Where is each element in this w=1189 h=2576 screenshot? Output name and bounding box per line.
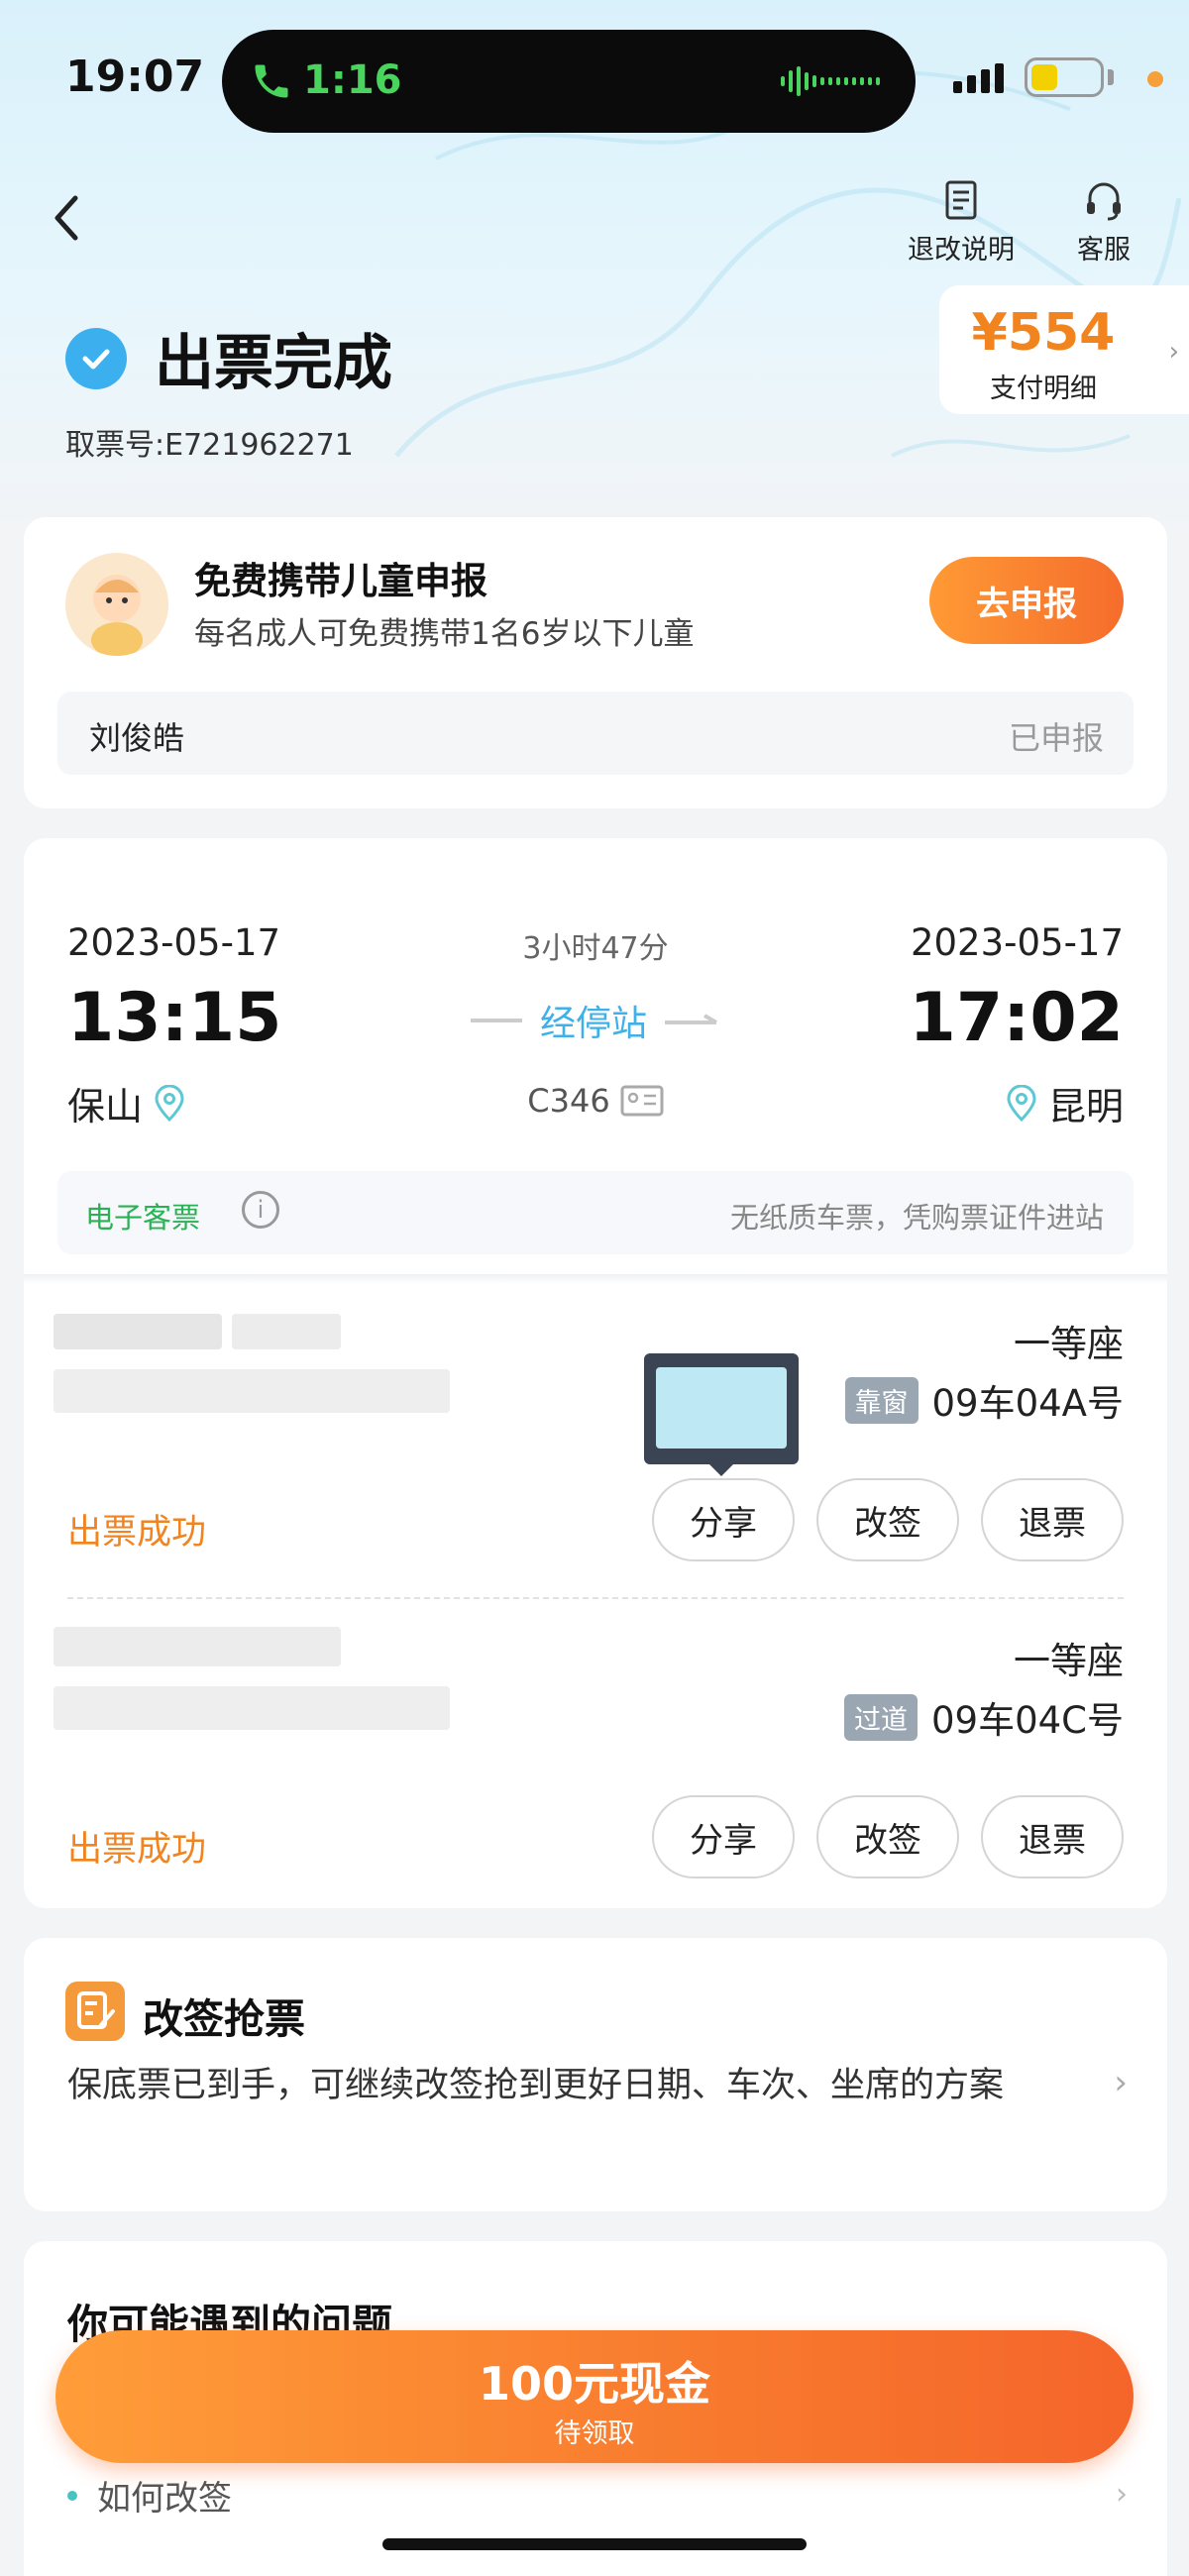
- child-declaration-card: 免费携带儿童申报 每名成人可免费携带1名6岁以下儿童 去申报 刘俊皓 已申报: [24, 517, 1167, 808]
- ticket-preview-image: [656, 1367, 787, 1449]
- faq-item[interactable]: 如何改签: [67, 2471, 232, 2520]
- privacy-indicator-dot: [1147, 71, 1163, 87]
- refund-ticket-button[interactable]: 退票: [981, 1795, 1124, 1878]
- child-name: 刘俊皓: [89, 719, 185, 757]
- page-title: 出票完成: [155, 329, 392, 398]
- dynamic-island: 1:16: [222, 30, 916, 133]
- headset-icon: [1087, 182, 1121, 221]
- faq-item-label: 如何改签: [97, 2479, 232, 2519]
- seat-info: 过道 09车04C号: [844, 1690, 1124, 1744]
- train-info-card-icon: [620, 1085, 664, 1117]
- price-label: 支付明细: [990, 374, 1097, 404]
- redacted-name: [54, 1627, 341, 1666]
- arrival-station-name: 昆明: [1047, 1085, 1124, 1128]
- seat-info: 靠窗 09车04A号: [844, 1373, 1124, 1427]
- cash-reward-subtitle: 待领取: [554, 2418, 635, 2449]
- ticket-preview-pointer: [709, 1464, 733, 1476]
- chevron-right-icon: ›: [1114, 2063, 1128, 2102]
- eticket-bar: 电子客票 i 无纸质车票，凭购票证件进站: [57, 1171, 1134, 1254]
- route-line-left: [470, 1019, 522, 1022]
- arrival-date: 2023-05-17: [910, 921, 1124, 964]
- go-declare-button[interactable]: 去申报: [929, 557, 1124, 644]
- child-declaration-subtitle: 每名成人可免费携带1名6岁以下儿童: [194, 616, 695, 652]
- chevron-right-icon: ›: [1116, 2477, 1128, 2512]
- declared-child-row[interactable]: 刘俊皓 已申报: [57, 692, 1134, 775]
- ticket-status: 出票成功: [67, 1513, 207, 1553]
- passenger-row: 一等座 靠窗 09车04A号 出票成功 分享 改签 退票: [24, 1294, 1167, 1601]
- train-number-row[interactable]: C346: [24, 1082, 1167, 1120]
- passenger-row: 一等座 过道 09车04C号 出票成功 分享 改签 退票: [24, 1611, 1167, 1918]
- chevron-left-icon: [54, 195, 78, 241]
- payment-detail-button[interactable]: ¥554 支付明细 ›: [939, 285, 1189, 414]
- seat-number: 09车04A号: [931, 1382, 1124, 1425]
- seat-number: 09车04C号: [931, 1699, 1124, 1742]
- bullet-dot: [67, 2490, 77, 2501]
- eticket-label: 电子客票: [85, 1201, 201, 1234]
- cash-reward-button[interactable]: 100元现金 待领取: [55, 2330, 1134, 2463]
- share-button[interactable]: 分享: [652, 1478, 795, 1561]
- stops-link[interactable]: 经停站: [540, 995, 647, 1046]
- audio-wave-icon: [781, 65, 880, 97]
- home-indicator[interactable]: [382, 2538, 807, 2550]
- cash-reward-title: 100元现金: [478, 2357, 711, 2411]
- refund-ticket-button[interactable]: 退票: [981, 1478, 1124, 1561]
- train-number: C346: [527, 1082, 610, 1120]
- call-duration: 1:16: [303, 57, 402, 103]
- arrival-time: 17:02: [909, 979, 1124, 1057]
- battery-nub: [1108, 69, 1114, 85]
- redacted-name: [232, 1314, 341, 1349]
- info-icon[interactable]: i: [242, 1191, 279, 1229]
- customer-service-label: 客服: [1077, 235, 1131, 266]
- change-grab-title: 改签抢票: [143, 1995, 305, 2043]
- change-grab-description: 保底票已到手，可继续改签抢到更好日期、车次、坐席的方案: [67, 2066, 1005, 2105]
- check-circle-icon: [65, 327, 127, 389]
- ticket-actions: 分享 改签 退票: [652, 1795, 1124, 1878]
- seat-position-tag: 靠窗: [844, 1376, 919, 1424]
- seat-class: 一等座: [1014, 1640, 1124, 1682]
- child-avatar-icon: [65, 553, 168, 656]
- signal-icon: [953, 63, 1004, 93]
- arrival-station[interactable]: 昆明: [1005, 1076, 1124, 1130]
- seat-class: 一等座: [1014, 1323, 1124, 1365]
- ticket-status: 出票成功: [67, 1830, 207, 1870]
- share-button[interactable]: 分享: [652, 1795, 795, 1878]
- redacted-id: [54, 1686, 450, 1730]
- seat-position-tag: 过道: [844, 1693, 918, 1741]
- price-amount: ¥554: [971, 303, 1116, 363]
- edit-document-icon: [65, 1982, 125, 2041]
- ticket-actions: 分享 改签 退票: [652, 1478, 1124, 1561]
- redacted-name: [54, 1314, 222, 1349]
- refund-info-button[interactable]: 退改说明: [902, 178, 1021, 267]
- change-ticket-button[interactable]: 改签: [816, 1478, 959, 1561]
- ticket-preview-thumbnail[interactable]: [644, 1353, 799, 1476]
- document-icon: [945, 180, 977, 220]
- customer-service-button[interactable]: 客服: [1060, 178, 1147, 267]
- section-divider: [24, 1274, 1167, 1284]
- child-declaration-title: 免费携带儿童申报: [194, 560, 487, 602]
- child-declaration-state: 已申报: [1008, 719, 1104, 757]
- change-ticket-button[interactable]: 改签: [816, 1795, 959, 1878]
- back-button[interactable]: [48, 188, 107, 258]
- refund-info-label: 退改说明: [908, 235, 1015, 266]
- status-time: 19:07: [65, 52, 205, 102]
- ticket-status-header: 出票完成: [65, 315, 392, 401]
- battery-icon: [1025, 57, 1104, 97]
- redacted-id: [54, 1369, 450, 1413]
- dashed-divider: [67, 1597, 1124, 1599]
- eticket-note: 无纸质车票，凭购票证件进站: [729, 1201, 1104, 1234]
- change-grab-card[interactable]: 改签抢票 保底票已到手，可继续改签抢到更好日期、车次、坐席的方案 ›: [24, 1938, 1167, 2211]
- arrow-right-icon: [665, 1014, 718, 1024]
- location-pin-icon: [1007, 1084, 1036, 1122]
- ticket-number: 取票号:E721962271: [65, 428, 354, 463]
- trip-card: 2023-05-17 3小时47分 2023-05-17 13:15 经停站 1…: [24, 838, 1167, 1908]
- chevron-right-icon: ›: [1168, 337, 1179, 367]
- phone-icon: [255, 64, 288, 98]
